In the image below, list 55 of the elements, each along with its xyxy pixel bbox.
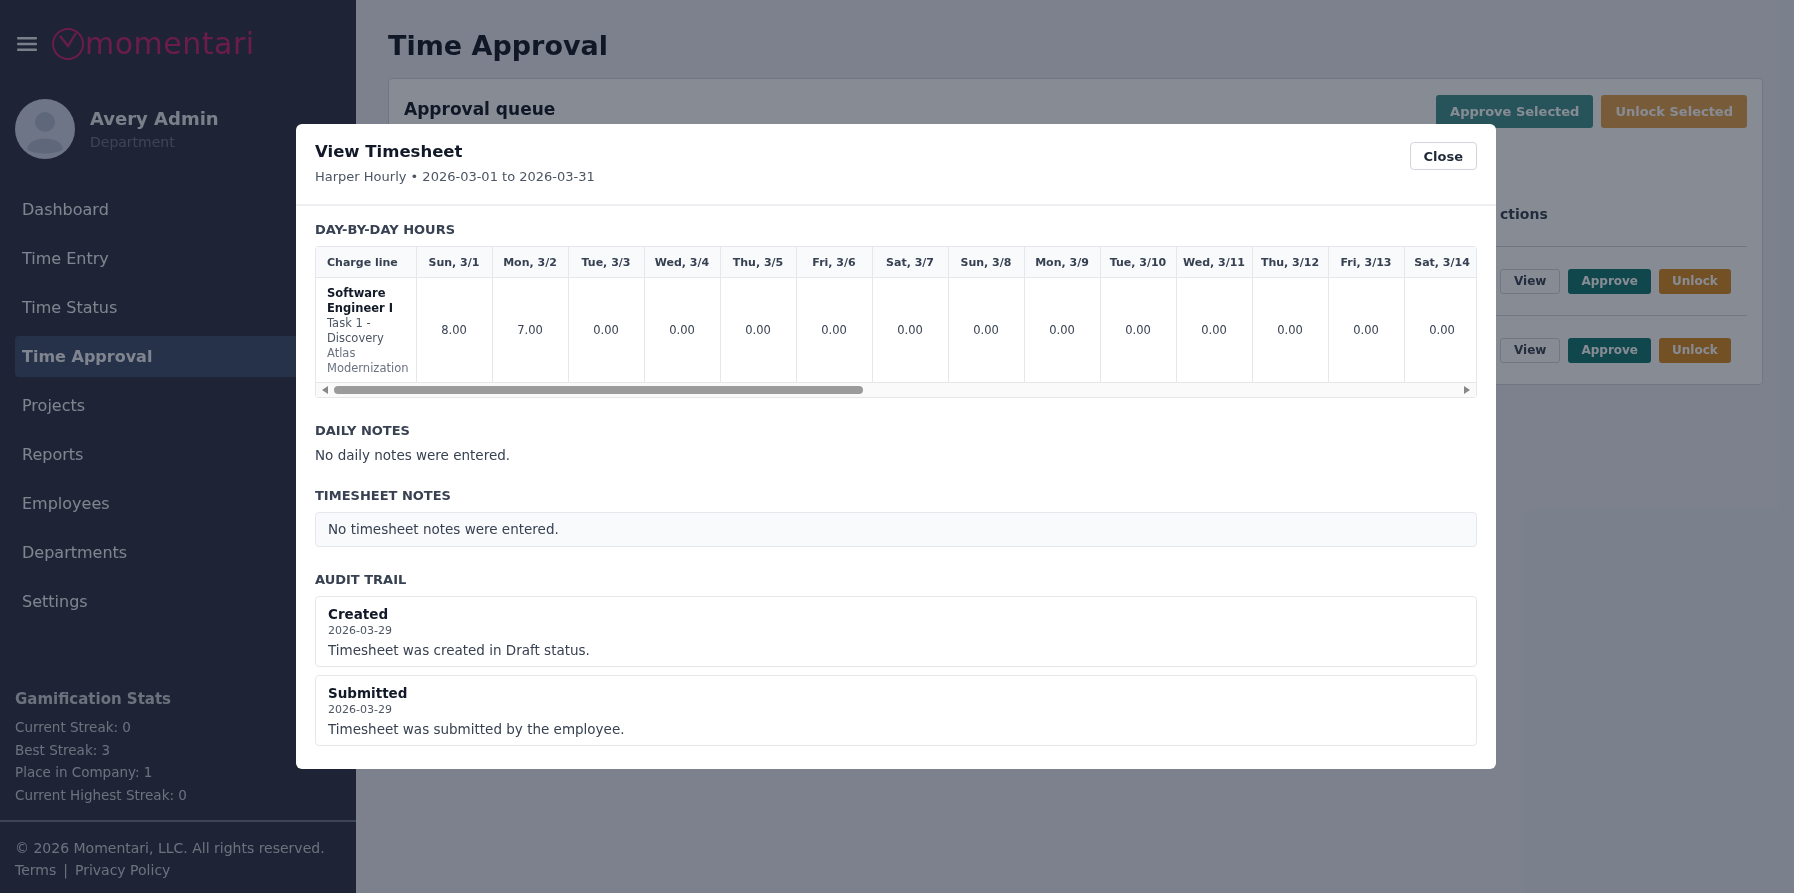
scrollbar-thumb[interactable]: [334, 386, 863, 394]
audit-date: 2026-03-29: [328, 624, 393, 637]
section-heading: AUDIT TRAIL: [315, 572, 408, 587]
section-heading: DAY-BY-DAY HOURS: [315, 222, 456, 237]
scroll-left-icon: [322, 386, 328, 394]
column-header: Mon, 3/9: [1024, 247, 1100, 278]
audit-description: Timesheet was submitted by the employee.: [328, 721, 626, 737]
panel-title: Approval queue: [404, 99, 556, 119]
approve-button[interactable]: Approve: [1568, 268, 1651, 294]
column-header: Sat, 3/14: [1404, 247, 1476, 278]
column-header: Charge line: [316, 247, 416, 278]
column-header: Sun, 3/8: [948, 247, 1024, 278]
approve-button[interactable]: Approve: [1568, 337, 1651, 363]
charge-role: Software Engineer I: [327, 285, 394, 316]
avatar-icon: [15, 99, 75, 159]
unlock-button[interactable]: Unlock: [1659, 337, 1731, 363]
audit-description: Timesheet was created in Draft status.: [328, 642, 591, 658]
stat-line: Current Highest Streak: 0: [15, 785, 188, 805]
column-header: Tue, 3/10: [1100, 247, 1176, 278]
column-header: Thu, 3/12: [1252, 247, 1328, 278]
column-header: Tue, 3/3: [568, 247, 644, 278]
link-separator: |: [63, 862, 68, 878]
scroll-right-icon: [1464, 386, 1470, 394]
close-button[interactable]: Close: [1409, 142, 1477, 170]
clock-icon: [51, 27, 85, 61]
audit-event: Created: [328, 606, 390, 622]
modal-subtitle: Harper Hourly • 2026-03-01 to 2026-03-31: [315, 169, 595, 184]
stat-line: Place in Company: 1: [15, 763, 154, 782]
column-header: Sun, 3/1: [416, 247, 492, 278]
timesheet-notes-box: No timesheet notes were entered.: [315, 512, 1477, 547]
audit-date: 2026-03-29: [328, 703, 393, 716]
view-button[interactable]: View: [1500, 268, 1561, 294]
column-header: Thu, 3/5: [720, 247, 796, 278]
column-header: Wed, 3/4: [644, 247, 720, 278]
column-header: Wed, 3/11: [1176, 247, 1252, 278]
modal-title: View Timesheet: [315, 142, 464, 161]
view-button[interactable]: View: [1500, 337, 1561, 363]
column-header: ctions: [1500, 206, 1549, 222]
column-header: Mon, 3/2: [492, 247, 568, 278]
column-header: Sat, 3/7: [872, 247, 948, 278]
column-header: Fri, 3/6: [796, 247, 872, 278]
section-heading: DAILY NOTES: [315, 423, 411, 438]
unlock-button[interactable]: Unlock: [1659, 268, 1731, 294]
footer-link[interactable]: Privacy Policy: [74, 862, 171, 878]
brand-logo-text: momentari: [85, 27, 255, 61]
menu-icon[interactable]: [17, 36, 37, 52]
stat-line: Best Streak: 3: [15, 740, 112, 760]
page-title: Time Approval: [388, 29, 609, 63]
footer-link[interactable]: Terms: [15, 862, 57, 878]
audit-event: Submitted: [328, 685, 409, 701]
section-heading: TIMESHEET NOTES: [315, 488, 452, 503]
daily-notes-text: No daily notes were entered.: [315, 447, 512, 463]
column-header: Fri, 3/13: [1328, 247, 1404, 278]
copyright-text: © 2026 Momentari, LLC. All rights reserved.: [15, 839, 326, 858]
user-name: Avery Admin: [90, 108, 219, 129]
